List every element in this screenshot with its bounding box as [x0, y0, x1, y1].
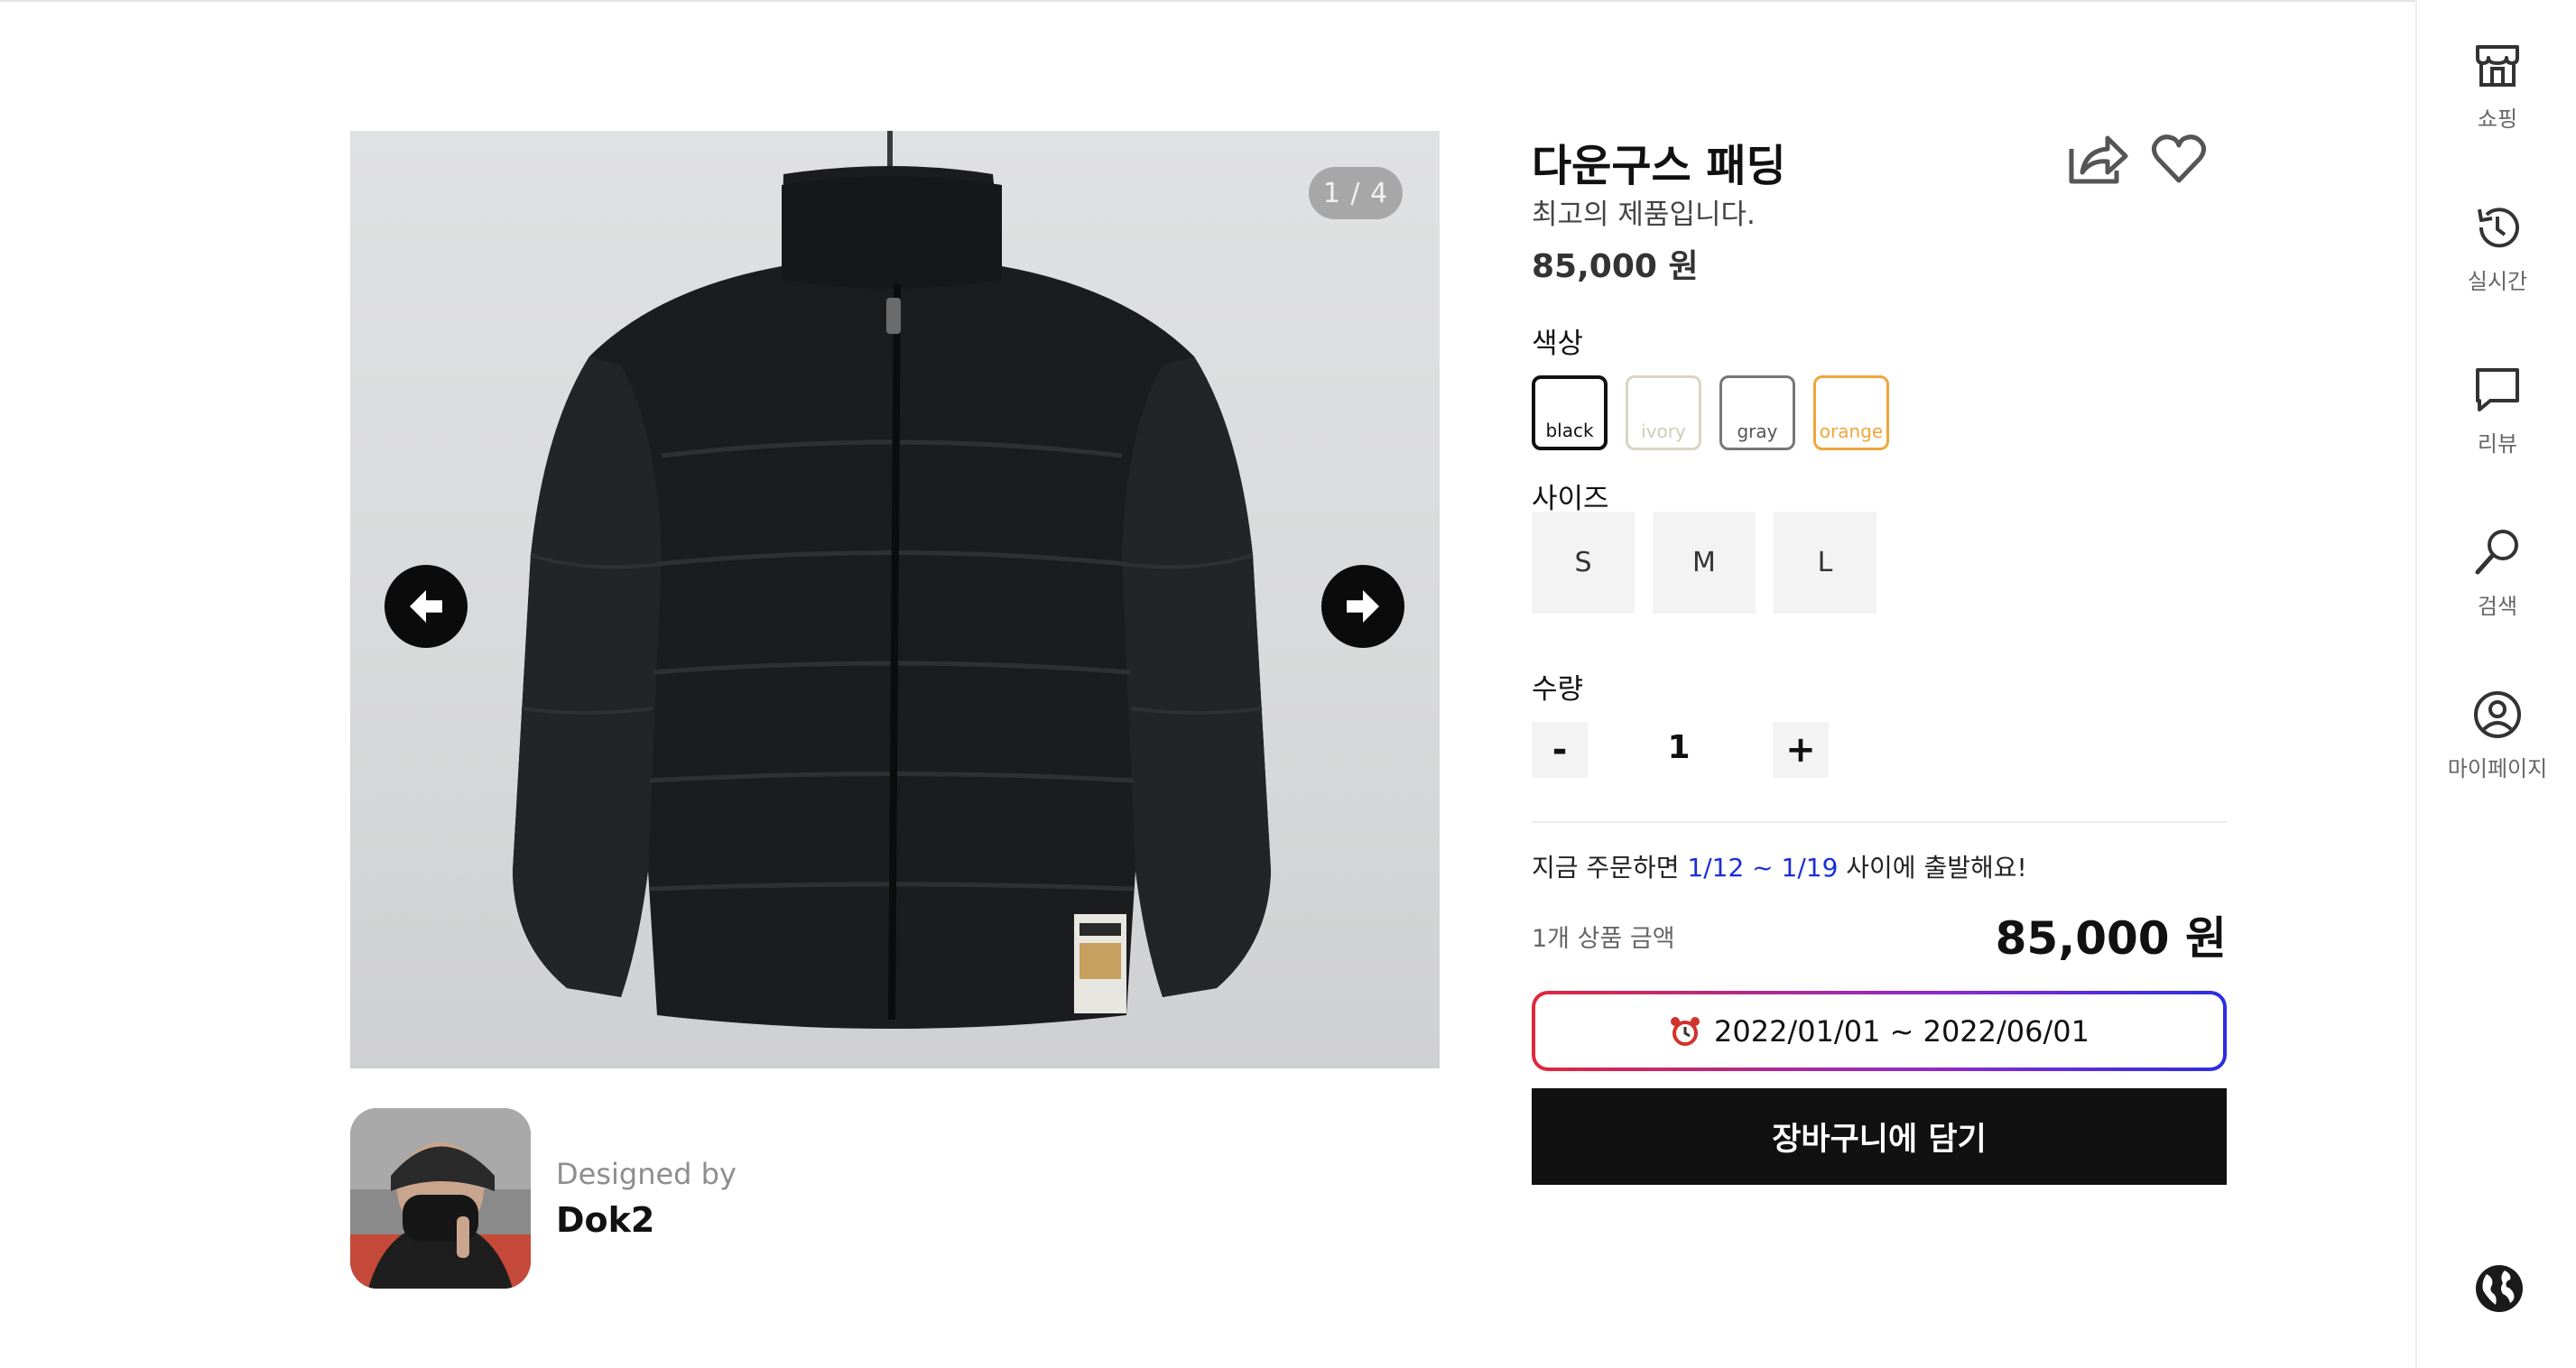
store-icon [2476, 45, 2519, 87]
arrow-left-icon [410, 590, 442, 623]
shipping-prefix: 지금 주문하면 [1532, 853, 1688, 883]
quantity-label: 수량 [1532, 673, 1584, 706]
product-photo-jacket [513, 131, 1271, 1029]
size-option-l[interactable]: L [1774, 512, 1876, 614]
designer-avatar[interactable] [350, 1108, 531, 1289]
designer-photo [350, 1108, 531, 1289]
next-image-button[interactable] [1321, 565, 1404, 648]
right-sidebar: 쇼핑 실시간 리뷰 검색 마이페이지 [2415, 0, 2576, 1368]
chat-bubble-icon [2476, 368, 2519, 411]
image-counter: 1 / 4 [1309, 167, 1403, 219]
sidebar-label-mypage: 마이페이지 [2447, 756, 2548, 781]
alarm-clock-icon [1670, 1016, 1700, 1046]
search-icon [2475, 530, 2518, 575]
sidebar-label-shopping: 쇼핑 [2477, 106, 2518, 132]
sidebar-label-review: 리뷰 [2477, 431, 2518, 457]
size-option-s[interactable]: S [1532, 512, 1635, 614]
heart-icon [2151, 134, 2207, 183]
color-swatch-gray[interactable]: gray [1719, 375, 1795, 450]
globe-icon [2476, 1265, 2523, 1312]
sidebar-item-review[interactable]: 리뷰 [2417, 361, 2576, 458]
total-label: 1개 상품 금액 [1532, 925, 1675, 953]
product-price: 85,000 원 [1532, 248, 1699, 285]
product-image-carousel[interactable]: 1 / 4 [350, 131, 1440, 1068]
sidebar-item-live[interactable]: 실시간 [2417, 199, 2576, 295]
sidebar-item-mypage[interactable]: 마이페이지 [2417, 686, 2576, 782]
product-title: 다운구스 패딩 [1532, 141, 1786, 191]
color-swatch-orange[interactable]: orange [1813, 375, 1889, 450]
like-button[interactable] [2146, 126, 2211, 191]
color-swatch-ivory[interactable]: ivory [1626, 375, 1701, 450]
sidebar-label-live: 실시간 [2467, 269, 2528, 294]
shipping-dates: 1/12 ~ 1/19 [1687, 853, 1839, 883]
quantity-decrease-button[interactable]: - [1532, 722, 1588, 778]
user-circle-icon [2474, 691, 2521, 738]
arrow-right-icon [1347, 590, 1379, 623]
section-divider [1532, 821, 2227, 823]
add-to-cart-button[interactable]: 장바구니에 담기 [1532, 1088, 2227, 1185]
size-label: 사이즈 [1532, 483, 1609, 515]
shipping-estimate: 지금 주문하면 1/12 ~ 1/19 사이에 출발해요! [1532, 848, 2027, 884]
shipping-suffix: 사이에 출발해요! [1838, 853, 2027, 883]
language-button[interactable] [2474, 1263, 2525, 1314]
sidebar-item-shopping[interactable]: 쇼핑 [2417, 36, 2576, 133]
total-price: 85,000 원 [1995, 912, 2227, 965]
color-swatch-black[interactable]: black [1532, 375, 1608, 450]
designed-by-label: Designed by [556, 1157, 737, 1191]
color-label: 색상 [1532, 328, 1584, 360]
previous-image-button[interactable] [385, 565, 468, 648]
sale-period-inner: 2022/01/01 ~ 2022/06/01 [1535, 994, 2223, 1068]
top-divider [0, 0, 2576, 2]
designer-name[interactable]: Dok2 [556, 1200, 654, 1240]
sidebar-item-search[interactable]: 검색 [2417, 523, 2576, 620]
sale-period-box: 2022/01/01 ~ 2022/06/01 [1532, 991, 2227, 1071]
size-option-m[interactable]: M [1653, 512, 1756, 614]
product-subtitle: 최고의 제품입니다. [1532, 199, 1756, 231]
share-button[interactable] [2065, 126, 2130, 191]
history-icon [2478, 208, 2519, 248]
quantity-increase-button[interactable]: + [1773, 722, 1829, 778]
share-icon [2069, 135, 2128, 184]
quantity-value: 1 [1667, 729, 1691, 766]
sale-period-text: 2022/01/01 ~ 2022/06/01 [1713, 1013, 2090, 1049]
sidebar-label-search: 검색 [2477, 594, 2518, 619]
